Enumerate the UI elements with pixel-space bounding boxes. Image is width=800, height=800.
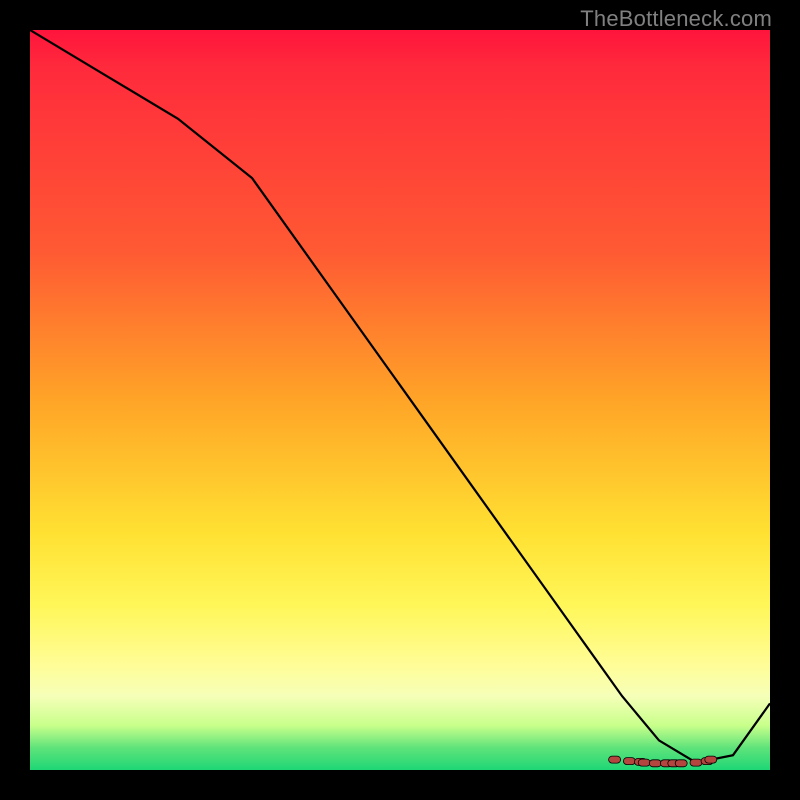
valley-marker [690, 759, 702, 766]
valley-marker [638, 759, 650, 766]
valley-markers [609, 756, 717, 767]
plot-area [30, 30, 770, 770]
curve-line [30, 30, 770, 763]
valley-marker [623, 758, 635, 765]
valley-marker [609, 756, 621, 763]
chart-frame: TheBottleneck.com [0, 0, 800, 800]
valley-marker [705, 756, 717, 763]
watermark-label: TheBottleneck.com [580, 6, 772, 32]
chart-svg [30, 30, 770, 770]
valley-marker [649, 760, 661, 767]
valley-marker [675, 760, 687, 767]
